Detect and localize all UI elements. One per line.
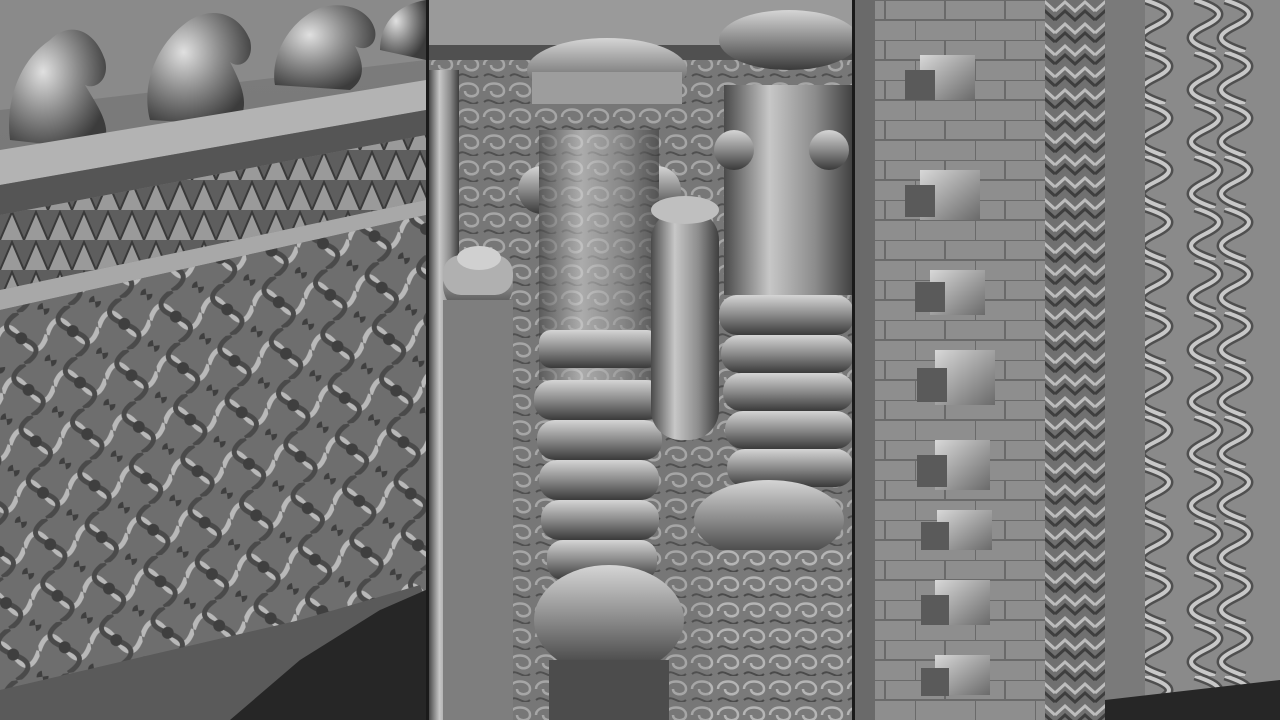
urn: [651, 196, 719, 440]
wall-sculpt: [855, 0, 1280, 720]
columns-sculpt: [429, 0, 852, 720]
panel-wall: [855, 0, 1280, 720]
panel-frieze: [0, 0, 426, 720]
panel-columns: [429, 0, 852, 720]
frieze-sculpt: [0, 0, 426, 720]
triptych-render: [0, 0, 1280, 720]
